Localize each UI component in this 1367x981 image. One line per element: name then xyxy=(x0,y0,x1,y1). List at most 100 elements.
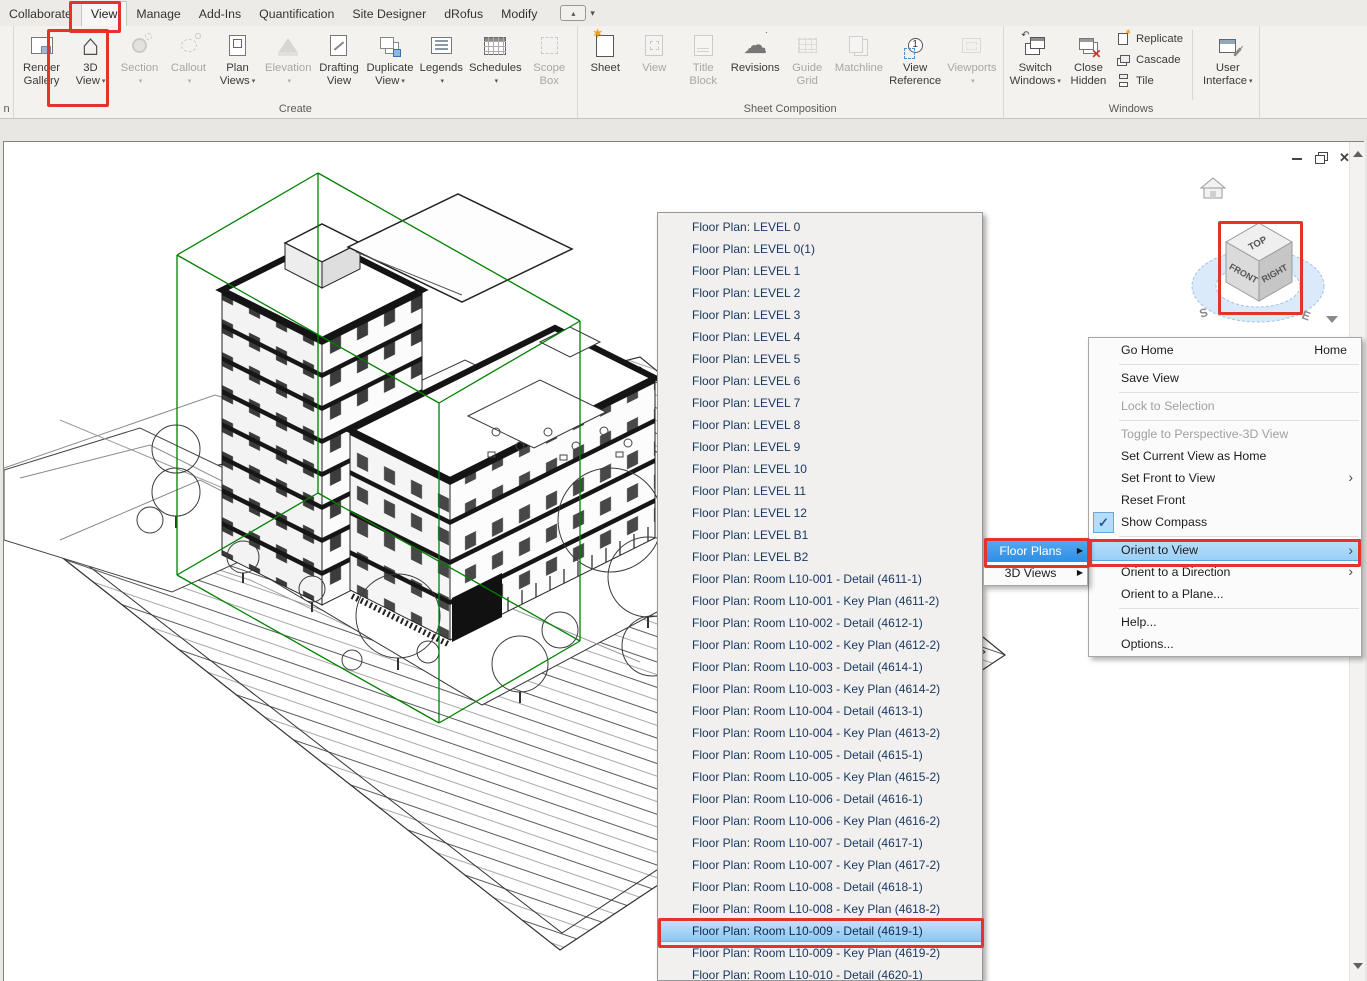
context-menu-item-help[interactable]: Help... xyxy=(1089,611,1361,633)
floor-plan-menu-item[interactable]: Floor Plan: LEVEL 2 xyxy=(658,282,982,304)
duplicate-view-button[interactable]: DuplicateView▾ xyxy=(363,28,416,88)
floor-plan-menu-item[interactable]: Floor Plan: Room L10-006 - Key Plan (461… xyxy=(658,810,982,832)
viewcube[interactable]: S E TOP FRONT RIGHT xyxy=(1185,166,1345,341)
floor-plan-menu-item[interactable]: Floor Plan: LEVEL B1 xyxy=(658,524,982,546)
submenu-item-3d-views[interactable]: 3D Views▶ xyxy=(984,562,1087,584)
context-menu-item-go-home[interactable]: Go HomeHome xyxy=(1089,339,1361,361)
view-reference-button[interactable]: ViewReference xyxy=(886,28,944,87)
tab-site-designer[interactable]: Site Designer xyxy=(343,2,435,26)
context-menu-item-orient-to-a-direction[interactable]: Orient to a Direction› xyxy=(1089,561,1361,583)
cascade-button[interactable]: Cascade xyxy=(1115,52,1183,68)
tab-add-ins[interactable]: Add-Ins xyxy=(190,2,250,26)
floor-plan-menu-item[interactable]: Floor Plan: Room L10-002 - Key Plan (461… xyxy=(658,634,982,656)
restore-down-icon[interactable] xyxy=(1314,150,1328,164)
floor-plan-menu-item[interactable]: Floor Plan: Room L10-010 - Detail (4620-… xyxy=(658,964,982,981)
floor-plan-menu-item[interactable]: Floor Plan: LEVEL 1 xyxy=(658,260,982,282)
callout-button: Callout▾ xyxy=(164,28,213,88)
context-menu-item-show-compass[interactable]: ✓Show Compass xyxy=(1089,511,1361,533)
tile-button[interactable]: Tile xyxy=(1115,73,1183,89)
floor-plan-menu-item[interactable]: Floor Plan: LEVEL 9 xyxy=(658,436,982,458)
floor-plan-menu-item[interactable]: Floor Plan: Room L10-007 - Key Plan (461… xyxy=(658,854,982,876)
ribbon-minimize-control[interactable]: ▴ ▾ xyxy=(560,5,595,21)
tab-manage[interactable]: Manage xyxy=(127,2,189,26)
context-menu-item-toggle-to-perspective-3d-view: Toggle to Perspective-3D View xyxy=(1089,423,1361,445)
user-interface-button[interactable]: UserInterface▾ xyxy=(1200,28,1255,88)
floor-plan-menu-item[interactable]: Floor Plan: LEVEL 3 xyxy=(658,304,982,326)
floor-plan-menu-item[interactable]: Floor Plan: LEVEL 7 xyxy=(658,392,982,414)
floor-plan-menu-item[interactable]: Floor Plan: Room L10-001 - Detail (4611-… xyxy=(658,568,982,590)
sheet-button[interactable]: Sheet xyxy=(581,28,630,87)
floor-plan-menu-item[interactable]: Floor Plan: LEVEL 12 xyxy=(658,502,982,524)
floor-plan-menu-item[interactable]: Floor Plan: Room L10-008 - Key Plan (461… xyxy=(658,898,982,920)
floor-plan-menu-item[interactable]: Floor Plan: LEVEL 0(1) xyxy=(658,238,982,260)
floor-plan-menu-item[interactable]: Floor Plan: Room L10-004 - Key Plan (461… xyxy=(658,722,982,744)
floor-plan-menu-item[interactable]: Floor Plan: Room L10-009 - Key Plan (461… xyxy=(658,942,982,964)
floor-plan-menu-item[interactable]: Floor Plan: Room L10-002 - Detail (4612-… xyxy=(658,612,982,634)
floor-plan-menu-item[interactable]: Floor Plan: Room L10-007 - Detail (4617-… xyxy=(658,832,982,854)
floor-plan-menu-item[interactable]: Floor Plan: Room L10-009 - Detail (4619-… xyxy=(658,920,982,942)
button-label-line2: ▾ xyxy=(493,75,499,89)
floor-plan-menu-item[interactable]: Floor Plan: LEVEL B2 xyxy=(658,546,982,568)
context-menu-item-set-current-view-as-home[interactable]: Set Current View as Home xyxy=(1089,445,1361,467)
menu-item-label: Show Compass xyxy=(1121,515,1207,529)
ribbon-minimize-caret-icon[interactable]: ▾ xyxy=(590,8,595,19)
floor-plan-menu-item[interactable]: Floor Plan: Room L10-006 - Detail (4616-… xyxy=(658,788,982,810)
menu-separator xyxy=(1119,536,1359,537)
legends-icon xyxy=(424,29,458,62)
tab-view[interactable]: View xyxy=(81,1,127,26)
button-label-line2: Reference xyxy=(889,75,941,88)
legends-button[interactable]: Legends▾ xyxy=(417,28,466,88)
viewports-icon xyxy=(955,29,989,62)
tab-collaborate[interactable]: Collaborate xyxy=(0,2,81,26)
scroll-up-icon[interactable] xyxy=(1353,151,1363,157)
switch-windows-button[interactable]: SwitchWindows▾ xyxy=(1007,28,1064,88)
floor-plan-menu-item[interactable]: Floor Plan: LEVEL 8 xyxy=(658,414,982,436)
close-hidden-button[interactable]: CloseHidden xyxy=(1064,28,1113,87)
plan-views-button[interactable]: PlanViews▾ xyxy=(213,28,262,88)
render-gallery-button[interactable]: RenderGallery xyxy=(17,28,66,87)
floor-plan-menu-item[interactable]: Floor Plan: Room L10-003 - Detail (4614-… xyxy=(658,656,982,678)
context-menu-item-save-view[interactable]: Save View xyxy=(1089,367,1361,389)
menu-item-label: Help... xyxy=(1121,615,1157,629)
button-label-line1: Revisions xyxy=(731,62,780,75)
3d-view-button[interactable]: 3DView▾ xyxy=(66,28,115,88)
context-menu-item-options[interactable]: Options... xyxy=(1089,633,1361,655)
floor-plan-menu-item[interactable]: Floor Plan: Room L10-003 - Key Plan (461… xyxy=(658,678,982,700)
tab-modify[interactable]: Modify xyxy=(492,2,546,26)
ribbon-panel-create: RenderGallery3DView▾Section▾Callout▾Plan… xyxy=(14,26,578,118)
floor-plan-menu-item[interactable]: Floor Plan: Room L10-001 - Key Plan (461… xyxy=(658,590,982,612)
floor-plan-menu-item[interactable]: Floor Plan: Room L10-004 - Detail (4613-… xyxy=(658,700,982,722)
floor-plan-menu-item[interactable]: Floor Plan: LEVEL 11 xyxy=(658,480,982,502)
button-label-line1: Render xyxy=(23,62,60,75)
minimize-icon[interactable] xyxy=(1290,150,1304,164)
schedules-button[interactable]: Schedules▾ xyxy=(466,28,525,88)
floor-plan-menu-item[interactable]: Floor Plan: Room L10-005 - Key Plan (461… xyxy=(658,766,982,788)
submenu-item-floor-plans[interactable]: Floor Plans▶ xyxy=(984,540,1087,562)
context-menu-item-reset-front[interactable]: Reset Front xyxy=(1089,489,1361,511)
viewcube-home-icon[interactable] xyxy=(1201,178,1225,198)
context-menu-item-orient-to-a-plane[interactable]: Orient to a Plane... xyxy=(1089,583,1361,605)
revisions-button[interactable]: Revisions xyxy=(728,28,783,87)
context-menu-item-set-front-to-view[interactable]: Set Front to View› xyxy=(1089,467,1361,489)
floor-plan-menu-item[interactable]: Floor Plan: LEVEL 4 xyxy=(658,326,982,348)
small-button-stack: Replicate Cascade Tile xyxy=(1113,28,1185,89)
floor-plan-menu-item[interactable]: Floor Plan: LEVEL 5 xyxy=(658,348,982,370)
tab-drofus[interactable]: dRofus xyxy=(435,2,492,26)
floor-plan-menu-item[interactable]: Floor Plan: LEVEL 0 xyxy=(658,216,982,238)
floor-plan-menu-item[interactable]: Floor Plan: LEVEL 10 xyxy=(658,458,982,480)
floor-plan-menu-item[interactable]: Floor Plan: Room L10-008 - Detail (4618-… xyxy=(658,876,982,898)
scroll-down-icon[interactable] xyxy=(1353,963,1363,969)
ribbon-minimize-icon[interactable]: ▴ xyxy=(560,5,586,21)
replicate-button[interactable]: Replicate xyxy=(1115,31,1183,47)
drafting-view-button[interactable]: DraftingView xyxy=(314,28,363,87)
button-label-line1: Viewports xyxy=(947,62,996,75)
context-menu-item-orient-to-view[interactable]: Orient to View› xyxy=(1089,539,1361,561)
ribbon-panel-sheet-composition: SheetViewTitleBlockRevisionsGuideGridMat… xyxy=(578,26,1004,118)
close-icon[interactable] xyxy=(1338,150,1352,164)
menu-item-label: Save View xyxy=(1121,371,1179,385)
drafting-view-icon xyxy=(322,29,356,62)
floor-plan-menu-item[interactable]: Floor Plan: LEVEL 6 xyxy=(658,370,982,392)
matchline-icon xyxy=(842,29,876,62)
floor-plan-menu-item[interactable]: Floor Plan: Room L10-005 - Detail (4615-… xyxy=(658,744,982,766)
tab-quantification[interactable]: Quantification xyxy=(250,2,343,26)
